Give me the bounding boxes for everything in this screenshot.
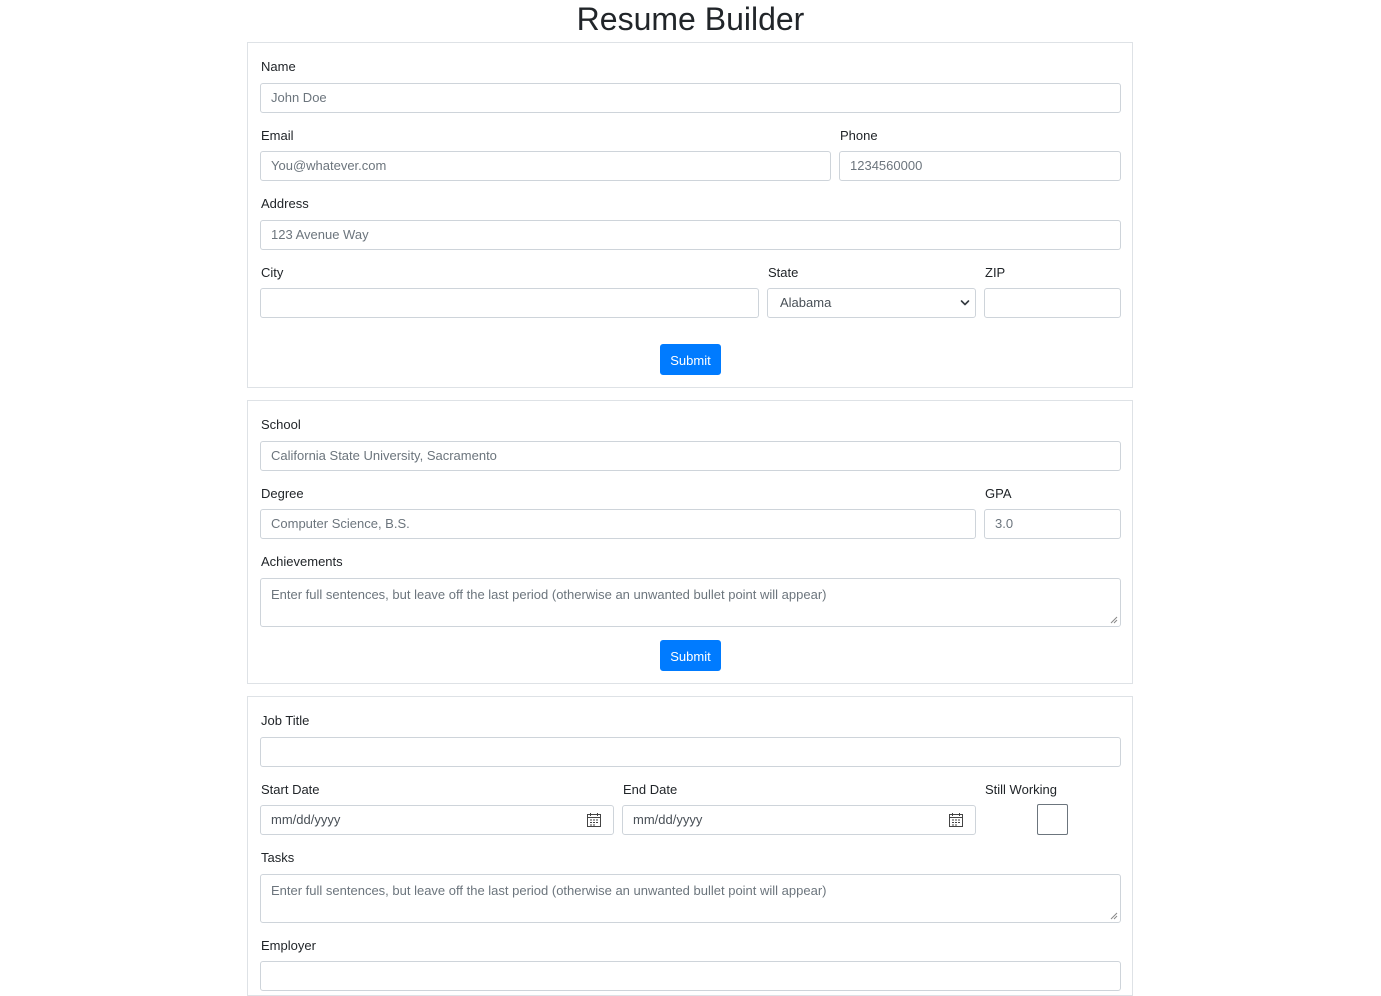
tasks-textarea[interactable]: Enter full sentences, but leave off the … <box>260 874 1121 923</box>
zip-input[interactable] <box>984 288 1121 318</box>
end-date-input[interactable]: mm/dd/yyyy <box>622 805 976 835</box>
still-working-checkbox[interactable] <box>1037 804 1068 835</box>
contact-submit-button[interactable]: Submit <box>660 344 721 375</box>
phone-label: Phone <box>840 128 878 143</box>
achievements-label: Achievements <box>261 554 343 569</box>
degree-label: Degree <box>261 486 304 501</box>
start-date-placeholder: mm/dd/yyyy <box>271 812 341 827</box>
school-label: School <box>261 417 301 432</box>
end-date-label: End Date <box>623 782 678 797</box>
calendar-icon[interactable] <box>949 813 963 827</box>
resize-handle-icon[interactable] <box>1110 912 1118 920</box>
city-label: City <box>261 265 284 280</box>
start-date-label: Start Date <box>261 782 320 797</box>
name-label: Name <box>261 59 296 74</box>
address-input[interactable]: 123 Avenue Way <box>260 220 1121 250</box>
chevron-down-icon <box>960 300 970 306</box>
education-submit-button[interactable]: Submit <box>660 640 721 671</box>
state-label: State <box>768 265 799 280</box>
tasks-placeholder: Enter full sentences, but leave off the … <box>271 883 827 898</box>
state-select-value: Alabama <box>780 295 832 310</box>
name-input[interactable]: John Doe <box>260 83 1121 113</box>
school-input[interactable]: California State University, Sacramento <box>260 441 1121 471</box>
job-title-input[interactable] <box>260 737 1121 767</box>
end-date-placeholder: mm/dd/yyyy <box>633 812 703 827</box>
employer-label: Employer <box>261 938 316 953</box>
achievements-placeholder: Enter full sentences, but leave off the … <box>271 587 827 602</box>
job-title-label: Job Title <box>261 713 310 728</box>
start-date-input[interactable]: mm/dd/yyyy <box>260 805 614 835</box>
gpa-label: GPA <box>985 486 1012 501</box>
education-form-card: School California State University, Sacr… <box>247 400 1133 684</box>
email-input[interactable]: You@whatever.com <box>260 151 831 181</box>
address-label: Address <box>261 196 309 211</box>
experience-form-card: Job Title Start Date mm/dd/yyyy End Date… <box>247 696 1133 996</box>
achievements-textarea[interactable]: Enter full sentences, but leave off the … <box>260 578 1121 627</box>
phone-input[interactable]: 1234560000 <box>839 151 1121 181</box>
degree-input[interactable]: Computer Science, B.S. <box>260 509 976 539</box>
city-input[interactable] <box>260 288 759 318</box>
email-label: Email <box>261 128 294 143</box>
still-working-label: Still Working <box>985 782 1058 797</box>
resize-handle-icon[interactable] <box>1110 616 1118 624</box>
zip-label: ZIP <box>985 265 1006 280</box>
contact-form-card: Name John Doe Email You@whatever.com Pho… <box>247 42 1133 388</box>
state-select[interactable]: Alabama <box>767 288 976 318</box>
employer-input[interactable] <box>260 961 1121 991</box>
page-title: Resume Builder <box>576 1 805 37</box>
gpa-input[interactable]: 3.0 <box>984 509 1121 539</box>
tasks-label: Tasks <box>261 850 295 865</box>
calendar-icon[interactable] <box>587 813 601 827</box>
